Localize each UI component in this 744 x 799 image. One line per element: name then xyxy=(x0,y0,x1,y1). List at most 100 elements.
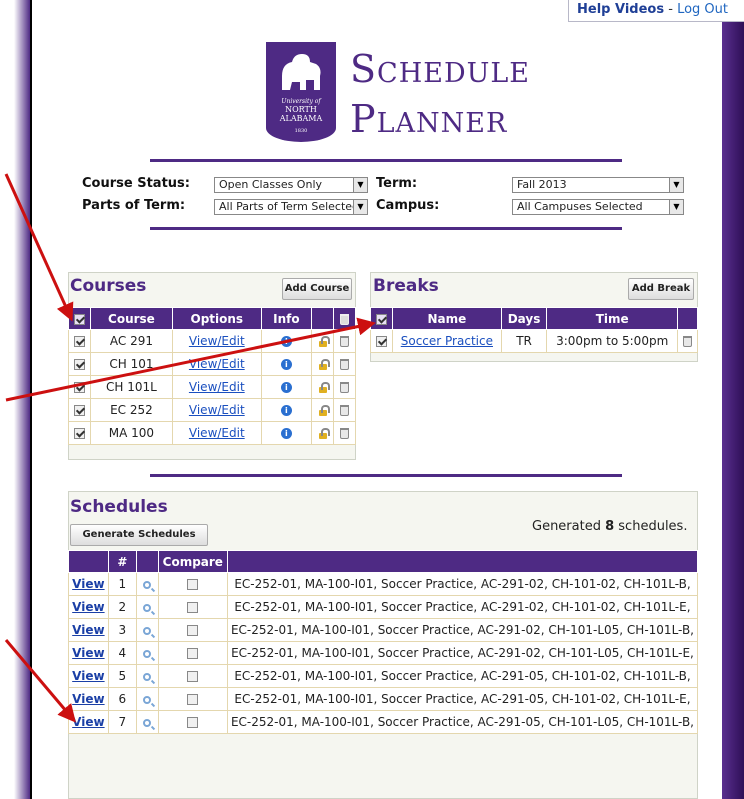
info-icon[interactable]: i xyxy=(280,336,292,347)
course-code: EC 252 xyxy=(90,398,173,422)
view-edit-link[interactable]: View/Edit xyxy=(189,403,245,417)
breaks-col-delete xyxy=(677,307,698,330)
course-code: AC 291 xyxy=(90,329,173,353)
view-schedule-link[interactable]: View xyxy=(72,600,104,614)
magnifier-icon[interactable] xyxy=(143,718,152,727)
courses-col-info: Info xyxy=(260,307,313,330)
trash-icon[interactable] xyxy=(340,382,349,393)
breaks-col-days: Days xyxy=(500,307,548,330)
parts-of-term-select[interactable]: All Parts of Term Selected ▼ xyxy=(214,199,368,215)
schedule-number: 4 xyxy=(107,641,137,665)
logout-link[interactable]: Log Out xyxy=(677,2,728,17)
add-course-button[interactable]: Add Course xyxy=(282,278,352,300)
select-all-breaks-checkbox[interactable] xyxy=(376,313,387,325)
schedule-number: 7 xyxy=(107,710,137,734)
magnifier-icon[interactable] xyxy=(143,626,152,635)
table-row: CH 101L View/Edit i xyxy=(68,375,356,399)
select-all-courses-checkbox[interactable] xyxy=(74,313,85,325)
term-select[interactable]: Fall 2013 ▼ xyxy=(512,177,684,193)
magnifier-icon[interactable] xyxy=(143,695,152,704)
logo-alabama: ALABAMA xyxy=(279,114,323,123)
magnifier-icon[interactable] xyxy=(143,649,152,658)
lion-icon xyxy=(282,54,321,90)
chevron-down-icon: ▼ xyxy=(669,178,683,192)
schedules-col-preview xyxy=(135,550,159,573)
lock-icon[interactable] xyxy=(317,381,330,394)
trash-icon[interactable] xyxy=(340,428,349,439)
view-schedule-link[interactable]: View xyxy=(72,623,104,637)
page-title: Schedule Planner xyxy=(350,44,590,144)
compare-checkbox[interactable] xyxy=(187,579,199,590)
course-checkbox[interactable] xyxy=(74,336,85,347)
info-icon[interactable]: i xyxy=(280,359,292,370)
course-checkbox[interactable] xyxy=(74,405,85,416)
magnifier-icon[interactable] xyxy=(143,580,152,589)
course-checkbox[interactable] xyxy=(74,428,85,439)
view-schedule-link[interactable]: View xyxy=(72,577,104,591)
magnifier-icon[interactable] xyxy=(143,672,152,681)
break-name-link[interactable]: Soccer Practice xyxy=(401,334,493,348)
view-schedule-link[interactable]: View xyxy=(72,692,104,706)
break-time: 3:00pm to 5:00pm xyxy=(546,329,678,353)
info-icon[interactable]: i xyxy=(280,382,292,393)
view-edit-link[interactable]: View/Edit xyxy=(189,357,245,371)
trash-icon[interactable] xyxy=(683,336,692,347)
table-row: EC 252 View/Edit i xyxy=(68,398,356,422)
schedule-number: 5 xyxy=(107,664,137,688)
compare-checkbox[interactable] xyxy=(187,648,199,659)
schedules-table: # Compare View 1 EC-252-01, MA-100-I01, … xyxy=(68,550,699,734)
chevron-down-icon: ▼ xyxy=(353,200,367,214)
campus-value: All Campuses Selected xyxy=(517,200,643,213)
compare-checkbox[interactable] xyxy=(187,602,199,613)
lock-icon[interactable] xyxy=(317,335,330,348)
lock-icon[interactable] xyxy=(317,358,330,371)
divider-top xyxy=(150,159,622,162)
course-code: CH 101L xyxy=(90,375,173,399)
view-schedule-link[interactable]: View xyxy=(72,669,104,683)
compare-checkbox[interactable] xyxy=(187,717,199,728)
campus-select[interactable]: All Campuses Selected ▼ xyxy=(512,199,684,215)
break-checkbox[interactable] xyxy=(376,336,387,347)
trash-icon[interactable] xyxy=(340,405,349,416)
view-schedule-link[interactable]: View xyxy=(72,715,104,729)
logo-north: NORTH xyxy=(285,105,317,114)
add-break-button[interactable]: Add Break xyxy=(628,278,694,300)
trash-icon[interactable] xyxy=(340,336,349,347)
title-line-2: Planner xyxy=(350,97,508,141)
view-schedule-link[interactable]: View xyxy=(72,646,104,660)
info-icon[interactable]: i xyxy=(280,428,292,439)
schedule-number: 6 xyxy=(107,687,137,711)
course-status-select[interactable]: Open Classes Only ▼ xyxy=(214,177,368,193)
breaks-col-name: Name xyxy=(392,307,502,330)
lock-icon[interactable] xyxy=(317,427,330,440)
generate-schedules-button[interactable]: Generate Schedules xyxy=(70,524,208,546)
view-edit-link[interactable]: View/Edit xyxy=(189,380,245,394)
lock-icon[interactable] xyxy=(317,404,330,417)
help-videos-link[interactable]: Help Videos xyxy=(577,2,664,17)
compare-checkbox[interactable] xyxy=(187,625,199,636)
divider-bottom xyxy=(150,474,622,477)
course-checkbox[interactable] xyxy=(74,382,85,393)
trash-icon[interactable] xyxy=(340,359,349,370)
left-frame-border xyxy=(0,0,32,799)
view-edit-link[interactable]: View/Edit xyxy=(189,426,245,440)
courses-select-all-header xyxy=(68,307,91,330)
chevron-down-icon: ▼ xyxy=(669,200,683,214)
magnifier-icon[interactable] xyxy=(143,603,152,612)
courses-col-course: Course xyxy=(90,307,173,330)
breaks-select-all-header xyxy=(370,307,393,330)
compare-checkbox[interactable] xyxy=(187,671,199,682)
schedule-sections: EC-252-01, MA-100-I01, Soccer Practice, … xyxy=(226,618,699,642)
breaks-col-time: Time xyxy=(546,307,678,330)
courses-col-delete xyxy=(333,307,356,330)
compare-checkbox[interactable] xyxy=(187,694,199,705)
info-icon[interactable]: i xyxy=(280,405,292,416)
table-row: View 4 EC-252-01, MA-100-I01, Soccer Pra… xyxy=(68,641,699,665)
table-row: CH 101 View/Edit i xyxy=(68,352,356,376)
view-edit-link[interactable]: View/Edit xyxy=(189,334,245,348)
schedule-number: 3 xyxy=(107,618,137,642)
schedules-col-compare: Compare xyxy=(157,550,228,573)
table-row: View 7 EC-252-01, MA-100-I01, Soccer Pra… xyxy=(68,710,699,734)
parts-of-term-label: Parts of Term: xyxy=(82,198,186,213)
course-checkbox[interactable] xyxy=(74,359,85,370)
